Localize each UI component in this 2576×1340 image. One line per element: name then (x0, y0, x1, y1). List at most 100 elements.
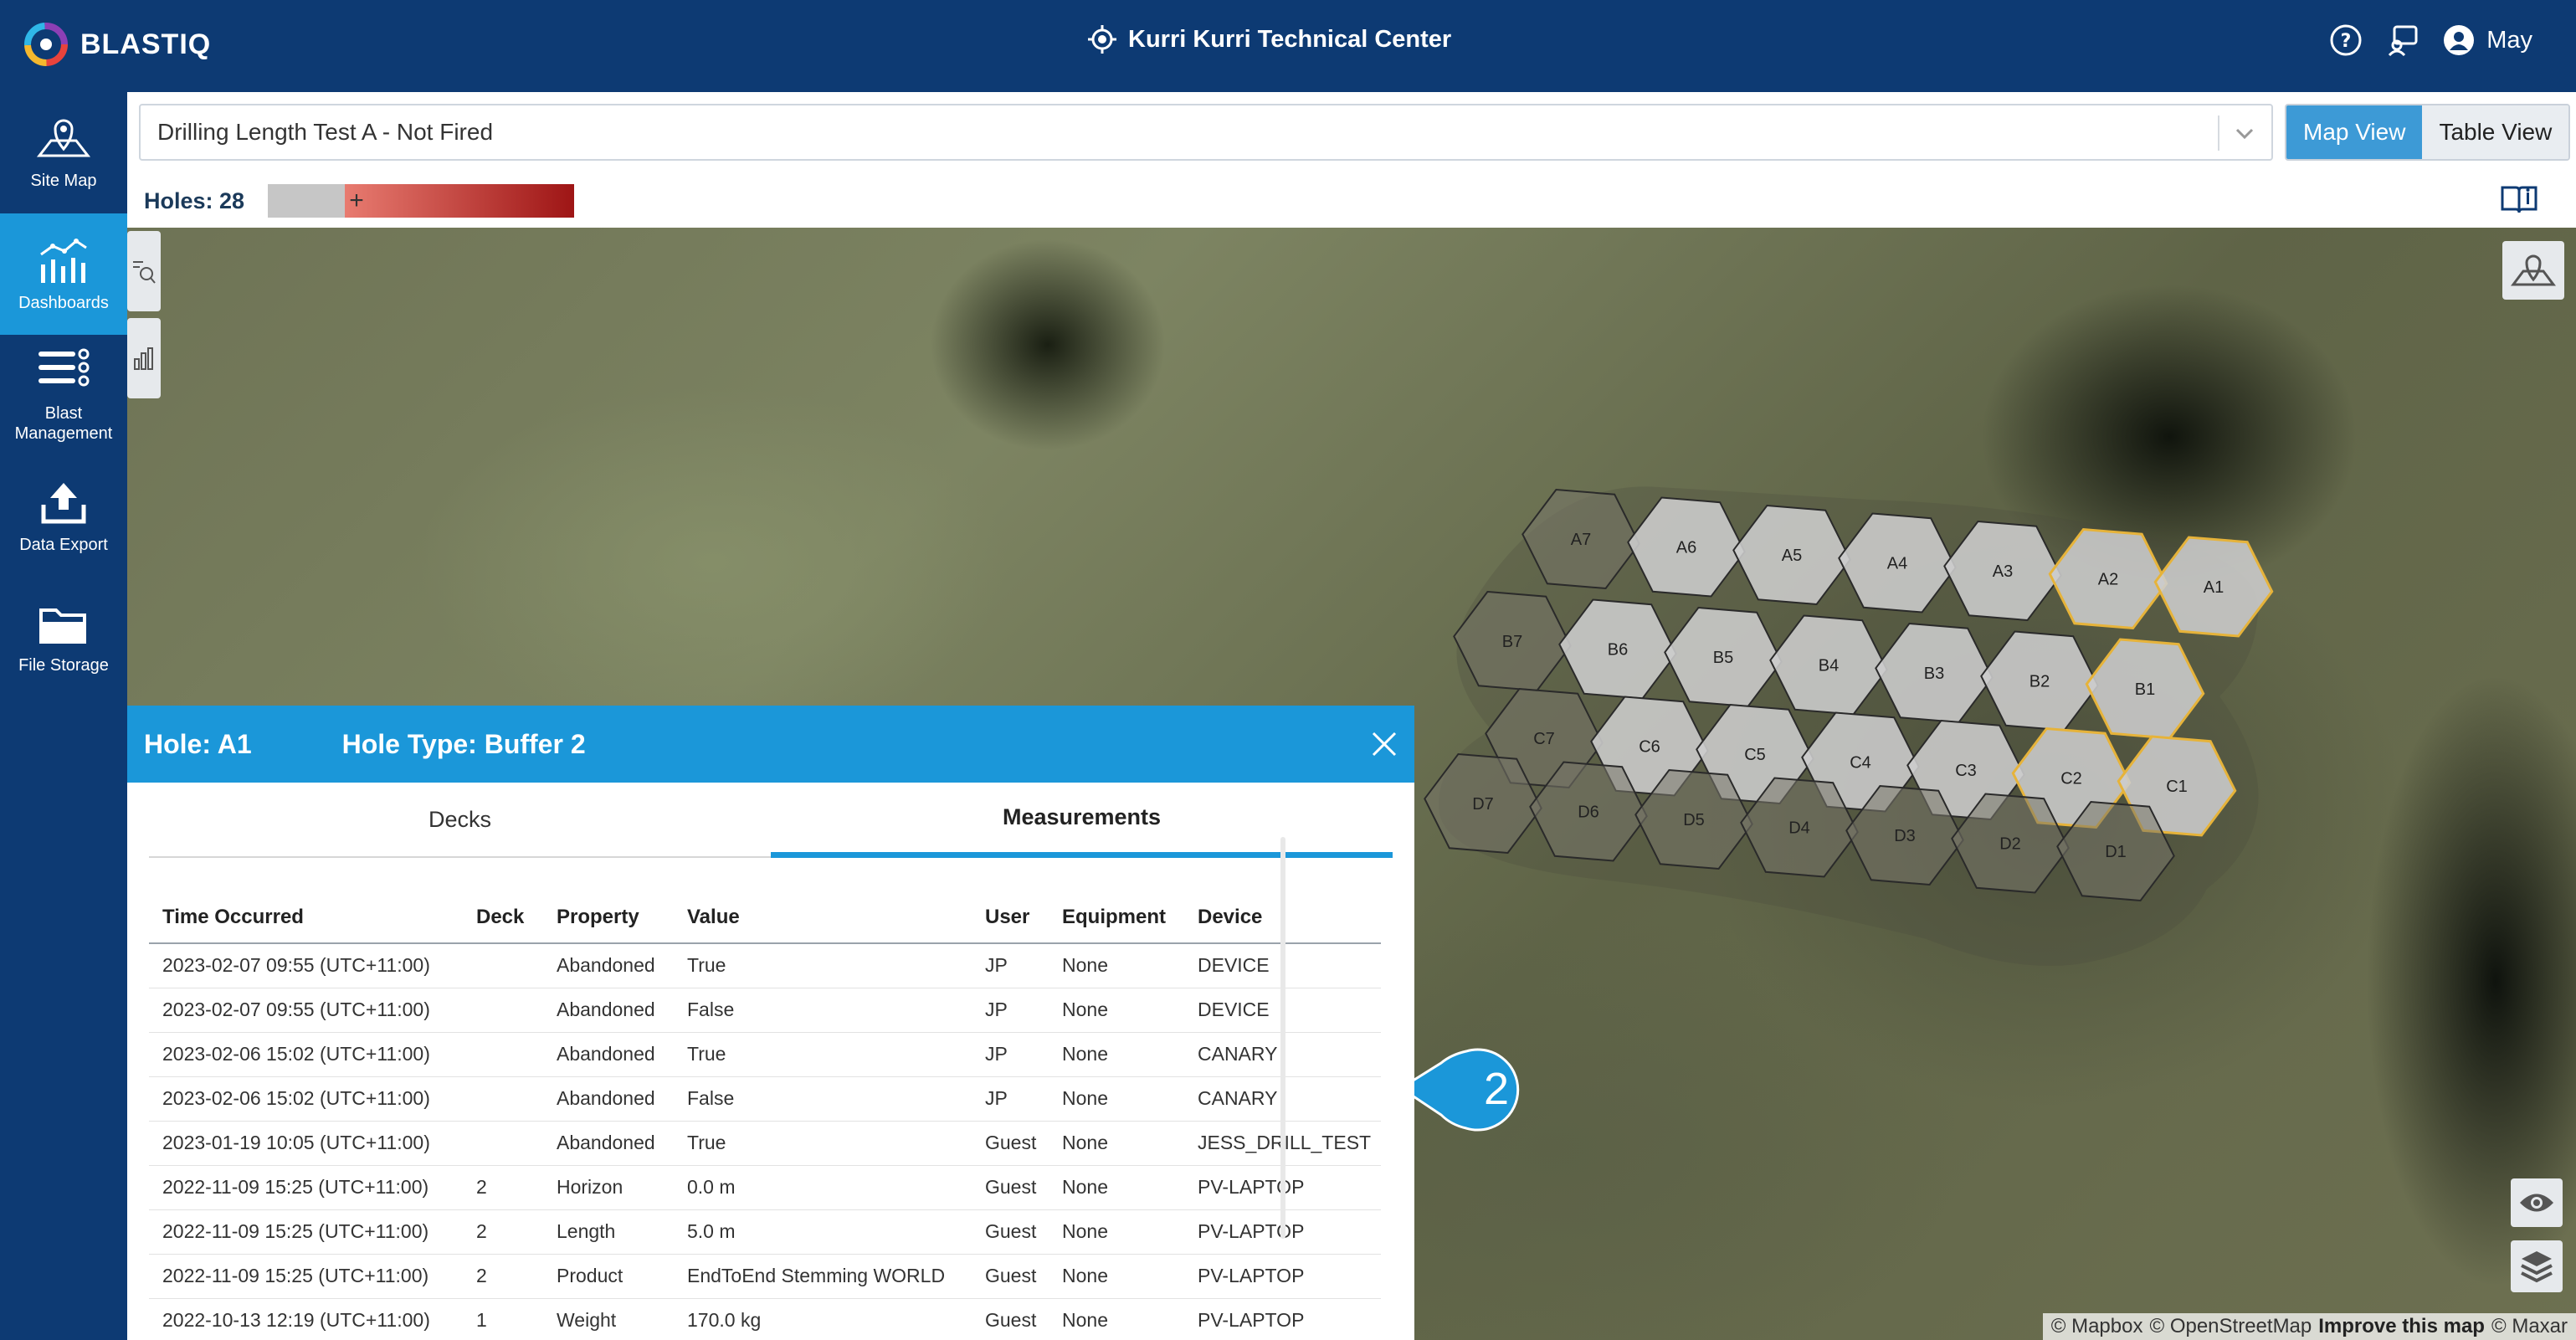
map-search-tool[interactable] (127, 231, 161, 311)
cell-value: 5.0 m (674, 1209, 972, 1255)
table-row[interactable]: 2023-02-07 09:55 (UTC+11:00) Abandoned Tru… (149, 943, 1381, 988)
blast-select-dropdown[interactable]: Drilling Length Test A - Not Fired (139, 104, 2273, 161)
map-layers-pin-icon (2511, 254, 2556, 286)
map-view-button[interactable]: Map View (2286, 105, 2423, 159)
column-header-value[interactable]: Value (674, 891, 972, 944)
hole-label: D3 (1894, 827, 1916, 845)
svg-text:?: ? (2341, 31, 2352, 52)
table-header-row: Time Occurred Deck Property Value User E… (149, 891, 1381, 944)
measurements-table-wrapper: Time Occurred Deck Property Value User E… (149, 891, 1381, 1340)
cell-equipment: None (1049, 1254, 1184, 1299)
table-row[interactable]: 2022-11-09 15:25 (UTC+11:00) 2 Horizon 0.0 … (149, 1165, 1381, 1210)
column-header-equipment[interactable]: Equipment (1049, 891, 1184, 944)
cell-user: Guest (972, 1121, 1049, 1166)
cell-value: True (674, 943, 972, 988)
cell-time: 2023-01-19 10:05 (UTC+11:00) (149, 1121, 463, 1166)
panel-scrollbar[interactable] (1280, 837, 1285, 1239)
sidebar-item-label: Site Map (30, 171, 97, 190)
user-name: May (2486, 26, 2532, 54)
hole-label: D1 (2105, 843, 2127, 861)
cell-deck: 2 (463, 1209, 543, 1255)
cell-property: Weight (543, 1298, 674, 1340)
sidebar-item-data-export[interactable]: Data Export (0, 456, 127, 578)
visibility-toggle[interactable] (2511, 1178, 2563, 1227)
table-row[interactable]: 2023-01-19 10:05 (UTC+11:00) Abandoned Tru… (149, 1121, 1381, 1166)
search-filter-icon (133, 261, 156, 284)
attribution-mapbox[interactable]: © Mapbox (2051, 1315, 2143, 1338)
cell-time: 2022-11-09 15:25 (UTC+11:00) (149, 1209, 463, 1255)
cell-property: Abandoned (543, 1032, 674, 1077)
attribution-maxar[interactable]: © Maxar (2491, 1315, 2568, 1338)
cell-deck (463, 1032, 543, 1077)
legend-book-icon[interactable] (2499, 182, 2539, 216)
hole-label: C7 (1533, 730, 1555, 748)
table-view-button[interactable]: Table View (2422, 105, 2569, 159)
attribution-osm[interactable]: © OpenStreetMap (2149, 1315, 2312, 1338)
legend-plus-marker: + (349, 187, 364, 214)
measurements-table: Time Occurred Deck Property Value User E… (149, 891, 1381, 1340)
chevron-down-icon[interactable] (2233, 122, 2256, 146)
tab-decks[interactable]: Decks (149, 783, 771, 856)
cell-deck: 2 (463, 1254, 543, 1299)
sidebar-item-site-map[interactable]: Site Map (0, 92, 127, 213)
user-avatar-icon (2444, 25, 2475, 55)
cell-user: JP (972, 988, 1049, 1033)
sidebar-item-blast-management[interactable]: Blast Management (0, 335, 127, 456)
table-row[interactable]: 2022-11-09 15:25 (UTC+11:00) 2 Product EndT… (149, 1254, 1381, 1299)
column-header-user[interactable]: User (972, 891, 1049, 944)
cell-deck (463, 1076, 543, 1122)
map-attribution: © Mapbox © OpenStreetMap Improve this ma… (2042, 1313, 2576, 1340)
bar-chart-icon (134, 347, 153, 370)
table-row[interactable]: 2022-10-13 12:19 (UTC+11:00) 1 Weight 170.0… (149, 1298, 1381, 1340)
top-right-controls: ? May (2329, 23, 2532, 57)
sidebar-item-file-storage[interactable]: File Storage (0, 578, 127, 699)
hole-label: Hole: A1 (144, 728, 252, 759)
cell-device: PV-LAPTOP (1184, 1254, 1381, 1299)
cell-user: JP (972, 943, 1049, 988)
table-row[interactable]: 2023-02-07 09:55 (UTC+11:00) Abandoned Fal… (149, 988, 1381, 1033)
column-header-time[interactable]: Time Occurred (149, 891, 463, 944)
cell-time: 2023-02-07 09:55 (UTC+11:00) (149, 943, 463, 988)
column-header-property[interactable]: Property (543, 891, 674, 944)
hole-label: B5 (1713, 649, 1733, 667)
panel-header: Hole: A1 Hole Type: Buffer 2 (127, 706, 1414, 783)
cell-equipment: None (1049, 1165, 1184, 1210)
dropdown-separator (2218, 116, 2219, 151)
cell-property: Length (543, 1209, 674, 1255)
help-icon[interactable]: ? (2329, 23, 2363, 57)
layers-icon (2521, 1251, 2553, 1283)
cell-value: True (674, 1121, 972, 1166)
layers-toggle[interactable] (2511, 1240, 2563, 1292)
close-icon[interactable] (1369, 729, 1399, 759)
cell-user: Guest (972, 1254, 1049, 1299)
attribution-improve[interactable]: Improve this map (2318, 1315, 2485, 1338)
feedback-icon[interactable] (2386, 23, 2419, 57)
view-toggle: Map View Table View (2285, 104, 2571, 161)
callout-number: 2 (1483, 1064, 1510, 1114)
tab-measurements[interactable]: Measurements (771, 783, 1393, 858)
eye-icon (2520, 1194, 2553, 1212)
cell-time: 2023-02-07 09:55 (UTC+11:00) (149, 988, 463, 1033)
app-logo[interactable]: BLASTIQ (22, 20, 211, 69)
table-row[interactable]: 2023-02-06 15:02 (UTC+11:00) Abandoned Fal… (149, 1076, 1381, 1122)
cell-equipment: None (1049, 988, 1184, 1033)
color-legend-bar[interactable]: + (268, 184, 575, 218)
hole-type-label: Hole Type: Buffer 2 (341, 728, 586, 759)
table-row[interactable]: 2022-11-09 15:25 (UTC+11:00) 2 Length 5.0 m… (149, 1209, 1381, 1255)
map-style-tool[interactable] (2502, 241, 2564, 300)
column-header-deck[interactable]: Deck (463, 891, 543, 944)
table-row[interactable]: 2023-02-06 15:02 (UTC+11:00) Abandoned Tru… (149, 1032, 1381, 1077)
sidebar-item-dashboards[interactable]: Dashboards (0, 213, 127, 335)
cell-equipment: None (1049, 1298, 1184, 1340)
site-selector[interactable]: Kurri Kurri Technical Center (1088, 25, 1451, 54)
cell-user: JP (972, 1076, 1049, 1122)
cell-equipment: None (1049, 1209, 1184, 1255)
blast-select-value: Drilling Length Test A - Not Fired (157, 119, 494, 145)
blast-header: Drilling Length Test A - Not Fired Map V… (127, 92, 2576, 228)
cell-user: JP (972, 1032, 1049, 1077)
hole-label: B3 (1924, 665, 1944, 683)
sidebar: Site Map Dashboards Blast Management Dat… (0, 92, 127, 1340)
cell-time: 2023-02-06 15:02 (UTC+11:00) (149, 1032, 463, 1077)
user-menu[interactable]: May (2443, 24, 2532, 56)
map-chart-tool[interactable] (127, 318, 161, 398)
